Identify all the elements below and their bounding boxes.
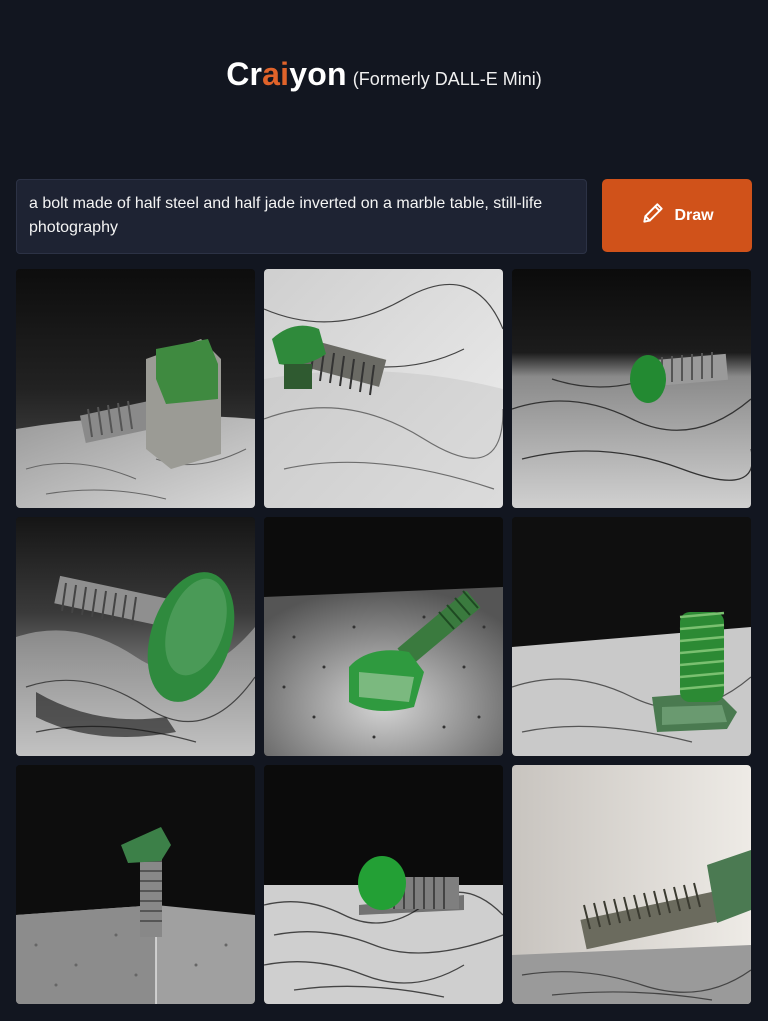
- result-image-7[interactable]: [16, 765, 255, 1004]
- result-image-8[interactable]: [264, 765, 503, 1004]
- result-image-6[interactable]: [512, 517, 751, 756]
- results-grid: [16, 269, 752, 1004]
- result-image-1[interactable]: [16, 269, 255, 508]
- result-image-9[interactable]: [512, 765, 751, 1004]
- header-subtitle: (Formerly DALL-E Mini): [352, 69, 542, 89]
- result-image-2[interactable]: [264, 269, 503, 508]
- craiyon-logo[interactable]: Craiyon: [226, 56, 347, 92]
- draw-button[interactable]: Draw: [602, 179, 752, 252]
- craiyon-page: Craiyon(Formerly DALL-E Mini) Draw: [0, 0, 768, 1021]
- pencil-icon: [640, 200, 666, 231]
- draw-button-label: Draw: [674, 206, 714, 224]
- prompt-input[interactable]: [16, 179, 587, 254]
- result-image-3[interactable]: [512, 269, 751, 508]
- result-image-4[interactable]: [16, 517, 255, 756]
- result-image-5[interactable]: [264, 517, 503, 756]
- site-header: Craiyon (Formerly DALL-E Mini): [0, 56, 768, 93]
